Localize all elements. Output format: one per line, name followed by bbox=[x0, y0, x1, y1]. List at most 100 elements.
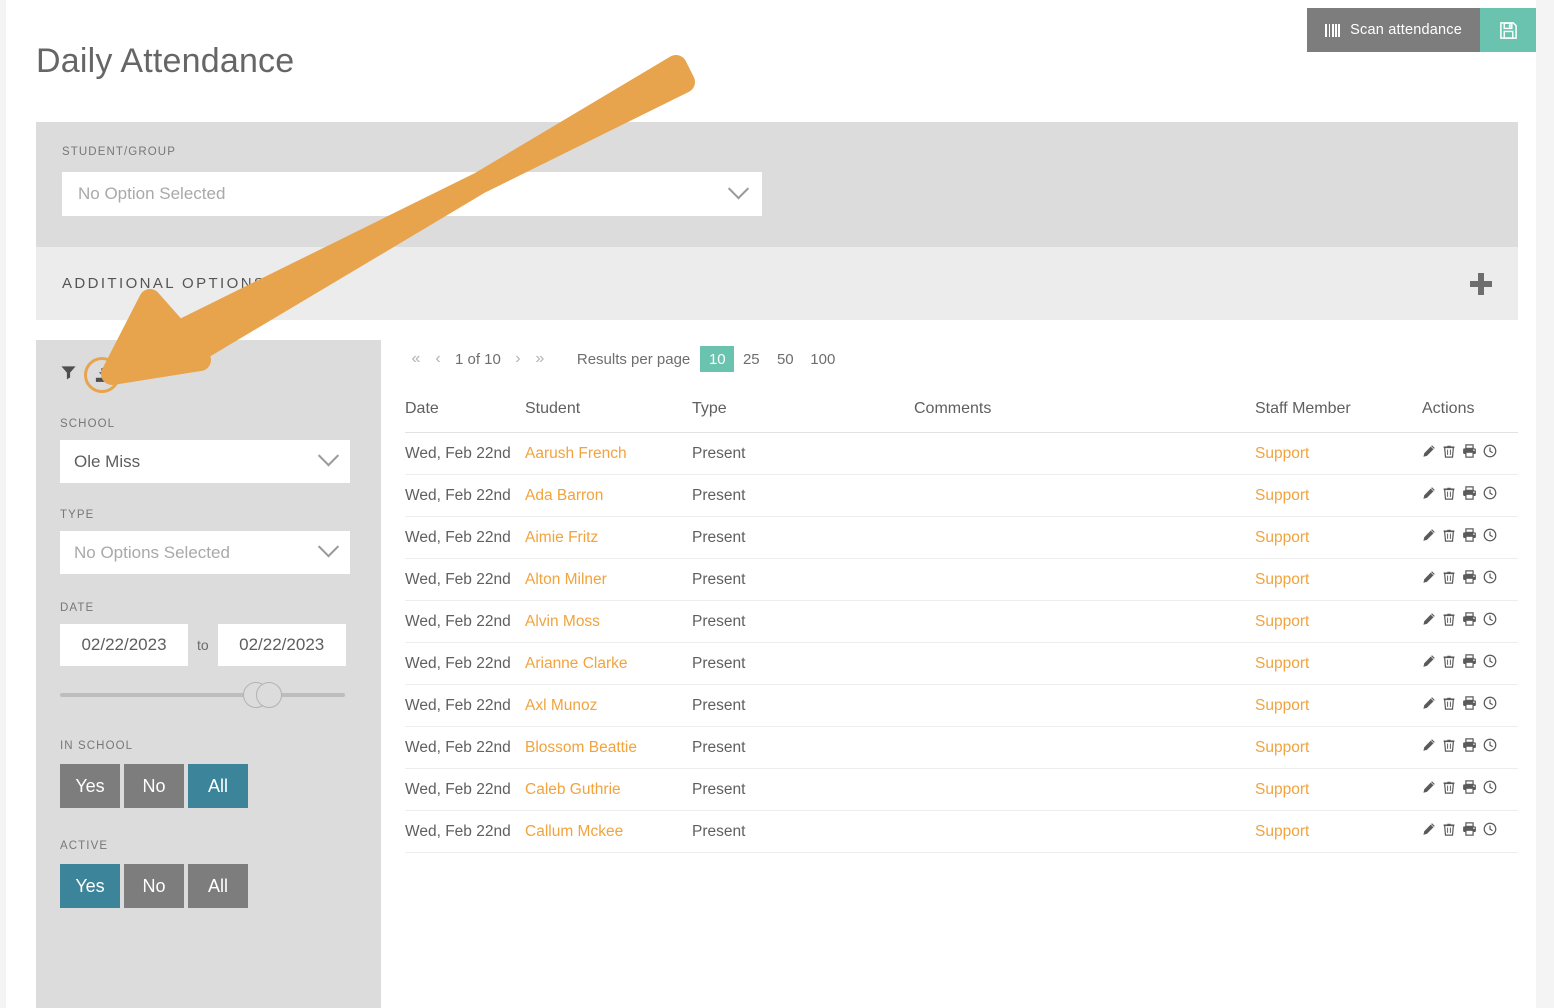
pencil-edit-icon[interactable] bbox=[1422, 738, 1436, 757]
trash-delete-icon[interactable] bbox=[1442, 528, 1456, 547]
column-header-student[interactable]: Student bbox=[525, 400, 692, 433]
additional-options-bar[interactable]: ADDITIONAL OPTIONS bbox=[36, 247, 1518, 320]
download-icon-button[interactable] bbox=[84, 357, 120, 393]
student-link[interactable]: Alvin Moss bbox=[525, 613, 600, 630]
clock-history-icon[interactable] bbox=[1483, 612, 1497, 631]
cell-comments bbox=[914, 600, 1255, 643]
clock-history-icon[interactable] bbox=[1483, 780, 1497, 799]
trash-delete-icon[interactable] bbox=[1442, 780, 1456, 799]
page-gutter-left bbox=[0, 0, 6, 1008]
save-button[interactable] bbox=[1480, 8, 1536, 52]
printer-print-icon[interactable] bbox=[1462, 528, 1477, 547]
clock-history-icon[interactable] bbox=[1483, 570, 1497, 589]
column-header-staff[interactable]: Staff Member bbox=[1255, 400, 1422, 433]
staff-link[interactable]: Support bbox=[1255, 739, 1309, 756]
cell-actions bbox=[1422, 768, 1518, 811]
date-range-slider[interactable] bbox=[60, 682, 345, 708]
download-icon bbox=[95, 367, 109, 382]
student-link[interactable]: Ada Barron bbox=[525, 487, 603, 504]
trash-delete-icon[interactable] bbox=[1442, 486, 1456, 505]
pencil-edit-icon[interactable] bbox=[1422, 528, 1436, 547]
date-to-input[interactable] bbox=[217, 624, 346, 666]
results-per-page-100[interactable]: 100 bbox=[802, 346, 843, 372]
student-link[interactable]: Alton Milner bbox=[525, 571, 607, 588]
clock-history-icon[interactable] bbox=[1483, 486, 1497, 505]
staff-link[interactable]: Support bbox=[1255, 487, 1309, 504]
pagination-first-button[interactable]: « bbox=[405, 350, 427, 368]
trash-delete-icon[interactable] bbox=[1442, 612, 1456, 631]
printer-print-icon[interactable] bbox=[1462, 612, 1477, 631]
student-link[interactable]: Blossom Beattie bbox=[525, 739, 637, 756]
pencil-edit-icon[interactable] bbox=[1422, 570, 1436, 589]
school-select[interactable]: Ole Miss bbox=[60, 440, 350, 483]
staff-link[interactable]: Support bbox=[1255, 655, 1309, 672]
filter-funnel-icon[interactable] bbox=[60, 364, 77, 386]
slider-handle-end[interactable] bbox=[256, 682, 282, 708]
staff-link[interactable]: Support bbox=[1255, 529, 1309, 546]
results-per-page-10[interactable]: 10 bbox=[700, 346, 735, 372]
type-select[interactable]: No Options Selected bbox=[60, 531, 350, 574]
student-link[interactable]: Axl Munoz bbox=[525, 697, 597, 714]
student-group-select[interactable]: No Option Selected bbox=[62, 172, 762, 216]
scan-attendance-button[interactable]: Scan attendance bbox=[1307, 8, 1480, 52]
printer-print-icon[interactable] bbox=[1462, 822, 1477, 841]
pagination-next-button[interactable]: › bbox=[507, 350, 529, 368]
staff-link[interactable]: Support bbox=[1255, 781, 1309, 798]
trash-delete-icon[interactable] bbox=[1442, 696, 1456, 715]
column-header-type[interactable]: Type bbox=[692, 400, 914, 433]
trash-delete-icon[interactable] bbox=[1442, 738, 1456, 757]
pencil-edit-icon[interactable] bbox=[1422, 696, 1436, 715]
in-school-no-button[interactable]: No bbox=[124, 764, 184, 808]
printer-print-icon[interactable] bbox=[1462, 486, 1477, 505]
pencil-edit-icon[interactable] bbox=[1422, 822, 1436, 841]
student-link[interactable]: Callum Mckee bbox=[525, 823, 623, 840]
in-school-all-button[interactable]: All bbox=[188, 764, 248, 808]
staff-link[interactable]: Support bbox=[1255, 697, 1309, 714]
slider-track bbox=[60, 693, 345, 697]
staff-link[interactable]: Support bbox=[1255, 613, 1309, 630]
staff-link[interactable]: Support bbox=[1255, 823, 1309, 840]
pencil-edit-icon[interactable] bbox=[1422, 780, 1436, 799]
in-school-yes-button[interactable]: Yes bbox=[60, 764, 120, 808]
column-header-comments[interactable]: Comments bbox=[914, 400, 1255, 433]
active-yes-button[interactable]: Yes bbox=[60, 864, 120, 908]
pagination-prev-button[interactable]: ‹ bbox=[427, 350, 449, 368]
pagination-page-indicator: 1 of 10 bbox=[455, 350, 501, 368]
printer-print-icon[interactable] bbox=[1462, 780, 1477, 799]
column-header-date[interactable]: Date bbox=[405, 400, 525, 433]
printer-print-icon[interactable] bbox=[1462, 738, 1477, 757]
trash-delete-icon[interactable] bbox=[1442, 570, 1456, 589]
staff-link[interactable]: Support bbox=[1255, 571, 1309, 588]
pagination-last-button[interactable]: » bbox=[529, 350, 551, 368]
student-link[interactable]: Arianne Clarke bbox=[525, 655, 628, 672]
printer-print-icon[interactable] bbox=[1462, 654, 1477, 673]
staff-link[interactable]: Support bbox=[1255, 445, 1309, 462]
student-link[interactable]: Aarush French bbox=[525, 445, 627, 462]
cell-student: Ada Barron bbox=[525, 474, 692, 517]
printer-print-icon[interactable] bbox=[1462, 696, 1477, 715]
printer-print-icon[interactable] bbox=[1462, 570, 1477, 589]
pencil-edit-icon[interactable] bbox=[1422, 654, 1436, 673]
clock-history-icon[interactable] bbox=[1483, 444, 1497, 463]
clock-history-icon[interactable] bbox=[1483, 696, 1497, 715]
date-from-input[interactable] bbox=[60, 624, 188, 666]
plus-icon[interactable] bbox=[1470, 272, 1492, 295]
student-link[interactable]: Caleb Guthrie bbox=[525, 781, 621, 798]
clock-history-icon[interactable] bbox=[1483, 822, 1497, 841]
pencil-edit-icon[interactable] bbox=[1422, 444, 1436, 463]
cell-student: Callum Mckee bbox=[525, 810, 692, 853]
clock-history-icon[interactable] bbox=[1483, 738, 1497, 757]
pencil-edit-icon[interactable] bbox=[1422, 486, 1436, 505]
trash-delete-icon[interactable] bbox=[1442, 654, 1456, 673]
trash-delete-icon[interactable] bbox=[1442, 444, 1456, 463]
printer-print-icon[interactable] bbox=[1462, 444, 1477, 463]
results-per-page-25[interactable]: 25 bbox=[734, 346, 768, 372]
active-no-button[interactable]: No bbox=[124, 864, 184, 908]
clock-history-icon[interactable] bbox=[1483, 654, 1497, 673]
active-all-button[interactable]: All bbox=[188, 864, 248, 908]
clock-history-icon[interactable] bbox=[1483, 528, 1497, 547]
results-per-page-50[interactable]: 50 bbox=[768, 346, 802, 372]
pencil-edit-icon[interactable] bbox=[1422, 612, 1436, 631]
student-link[interactable]: Aimie Fritz bbox=[525, 529, 598, 546]
trash-delete-icon[interactable] bbox=[1442, 822, 1456, 841]
